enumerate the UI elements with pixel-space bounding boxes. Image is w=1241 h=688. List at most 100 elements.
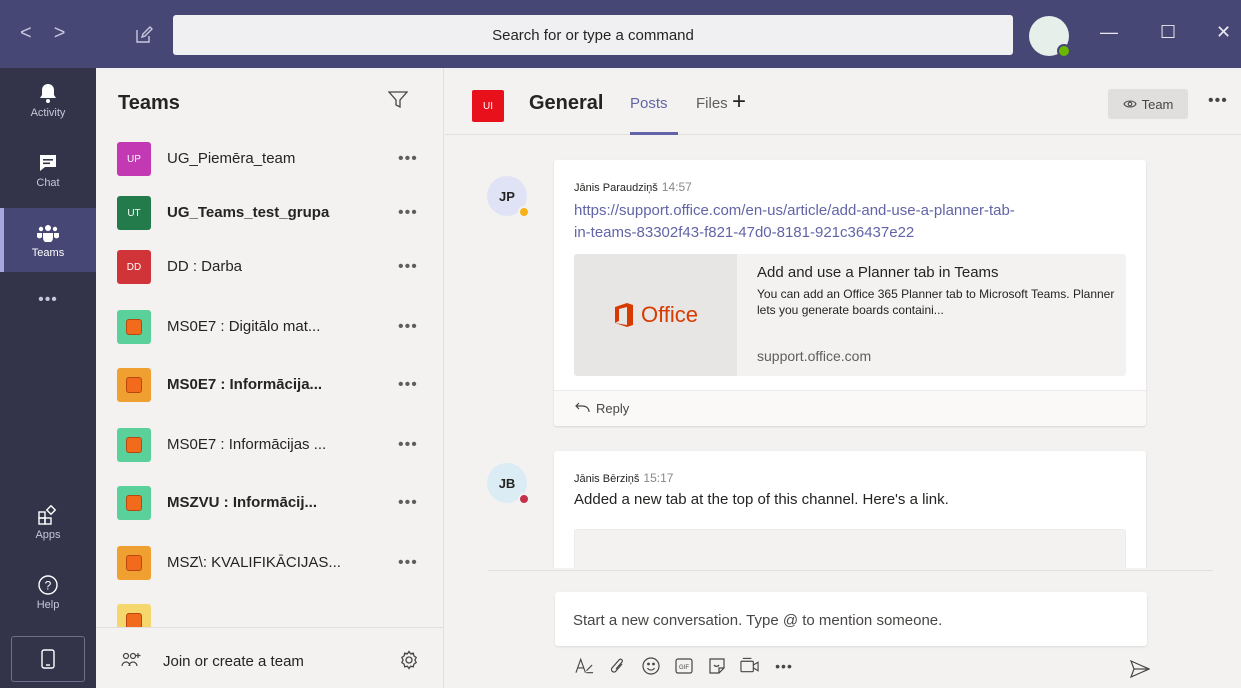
sticker-button[interactable] (707, 656, 726, 676)
paperclip-icon (610, 658, 623, 673)
close-button[interactable]: ✕ (1216, 22, 1231, 43)
chat-icon (40, 154, 56, 171)
format-button[interactable] (575, 656, 594, 676)
team-row[interactable] (96, 592, 444, 627)
bell-icon (40, 83, 56, 103)
team-row[interactable]: UP UG_Piemēra_team ••• (96, 134, 444, 188)
tab-files[interactable]: Files (696, 95, 728, 112)
team-avatar-abbr: UT (127, 207, 141, 219)
status-away-icon (518, 206, 530, 218)
team-avatar: DD (117, 250, 151, 284)
team-button[interactable]: Team (1108, 89, 1188, 119)
team-list: UP UG_Piemēra_team ••• UT UG_Teams_test_grup… (96, 134, 444, 627)
rail-label-teams: Teams (31, 246, 65, 259)
team-row[interactable]: MSZVU : Informācij... ••• (96, 474, 444, 532)
user-avatar[interactable] (1029, 16, 1071, 58)
team-button-label: Team (1141, 96, 1174, 112)
class-cube-icon (126, 555, 142, 571)
svg-text:GIF: GIF (679, 665, 689, 671)
gif-button[interactable]: GIF (674, 656, 693, 676)
teams-panel-title: Teams (118, 92, 180, 114)
rail-item-help[interactable]: ? Help (0, 560, 96, 624)
channel-header: UI General Posts Files + Team ••• (445, 68, 1241, 135)
rail-item-teams[interactable]: Teams (0, 208, 96, 272)
app-rail: Activity Chat Teams ••• Apps ? Help (0, 68, 96, 688)
message-time: 15:17 (643, 471, 674, 485)
message-author: Jānis Bērziņš (574, 473, 640, 485)
team-more-button[interactable]: ••• (398, 150, 418, 168)
emoji-button[interactable] (641, 656, 660, 676)
search-placeholder: Search for or type a command (492, 26, 694, 44)
teams-header: Teams (96, 68, 444, 134)
join-or-create-team-link[interactable]: Join or create a team (163, 653, 304, 670)
team-more-button[interactable]: ••• (398, 436, 418, 454)
reply-button[interactable]: Reply (554, 390, 1146, 426)
more-options-button[interactable]: ••• (773, 656, 795, 676)
avatar[interactable]: JP (487, 176, 530, 218)
team-row[interactable]: UT UG_Teams_test_grupa ••• (96, 184, 444, 242)
gear-icon[interactable] (399, 650, 419, 670)
team-row[interactable]: MS0E7 : Informācija... ••• (96, 356, 444, 414)
sticker-icon (708, 658, 725, 674)
maximize-button[interactable]: ☐ (1160, 22, 1176, 43)
team-avatar: UT (117, 196, 151, 230)
history-nav: < > (20, 22, 65, 45)
message-feed[interactable]: JP Jānis Paraudziņš 14:57 https://support… (445, 136, 1241, 568)
link-preview-card[interactable]: Office Add and use a Planner tab in Team… (574, 254, 1126, 376)
class-cube-icon (126, 613, 142, 627)
send-icon[interactable] (1130, 660, 1150, 678)
class-cube-icon (126, 377, 142, 393)
team-row[interactable]: MS0E7 : Digitālo mat... ••• (96, 298, 444, 356)
channel-team-abbr: UI (483, 100, 493, 112)
team-more-button[interactable]: ••• (398, 376, 418, 394)
add-tab-button[interactable]: + (732, 88, 746, 116)
avatar-initials: JP (499, 188, 515, 204)
team-avatar (117, 604, 151, 627)
team-avatar-abbr: DD (126, 261, 142, 273)
team-more-button[interactable]: ••• (398, 494, 418, 512)
rail-more-apps-button[interactable]: ••• (0, 278, 96, 322)
message-card[interactable]: Jānis Paraudziņš 14:57 https://support.of… (554, 160, 1146, 426)
message-link-line-1[interactable]: https://support.office.com/en-us/article… (574, 200, 1015, 222)
rail-item-activity[interactable]: Activity (0, 68, 96, 132)
team-row[interactable]: MSZ\: KVALIFIKĀCIJAS... ••• (96, 534, 444, 592)
active-tab-indicator (630, 132, 678, 135)
meet-now-button[interactable] (740, 656, 759, 676)
forward-button[interactable]: > (54, 22, 66, 45)
message-text: Added a new tab at the top of this chann… (574, 491, 949, 508)
new-chat-button[interactable] (135, 26, 153, 49)
office-brand-text: Office (640, 302, 699, 327)
team-name: MS0E7 : Informācija... (167, 376, 323, 393)
team-more-button[interactable]: ••• (398, 554, 418, 572)
minimize-button[interactable]: — (1100, 22, 1118, 43)
team-more-button[interactable]: ••• (398, 204, 418, 222)
message-card[interactable]: Jānis Bērziņš 15:17 Added a new tab at th… (554, 451, 1146, 568)
compose-toolbar: GIF ••• (575, 656, 795, 676)
class-cube-icon (126, 495, 142, 511)
team-avatar (117, 368, 151, 402)
reply-label: Reply (596, 401, 630, 416)
rail-item-chat[interactable]: Chat (0, 138, 96, 202)
team-avatar (117, 310, 151, 344)
join-team-icon (121, 652, 141, 667)
class-cube-icon (126, 319, 142, 335)
team-more-button[interactable]: ••• (398, 258, 418, 276)
download-mobile-button[interactable] (11, 636, 85, 682)
rail-item-apps[interactable]: Apps (0, 490, 96, 554)
avatar[interactable]: JB (487, 463, 530, 505)
back-button[interactable]: < (20, 22, 32, 45)
message-link-line-2[interactable]: in-teams-83302f43-f821-47d0-8181-921c364… (574, 222, 1015, 244)
channel-more-button[interactable]: ••• (1208, 92, 1228, 110)
attach-button[interactable] (608, 656, 627, 676)
team-row[interactable]: DD DD : Darba ••• (96, 238, 444, 296)
filter-icon[interactable] (388, 91, 408, 109)
team-name: MSZVU : Informācij... (167, 494, 318, 511)
tab-posts[interactable]: Posts (630, 95, 668, 112)
compose-icon (136, 26, 153, 43)
message-attachment-card[interactable] (574, 529, 1126, 568)
new-conversation-input[interactable]: Start a new conversation. Type @ to ment… (555, 592, 1147, 646)
team-row[interactable]: MS0E7 : Informācijas ... ••• (96, 416, 444, 474)
status-busy-icon (518, 493, 530, 505)
search-input[interactable]: Search for or type a command (173, 15, 1013, 55)
team-more-button[interactable]: ••• (398, 318, 418, 336)
